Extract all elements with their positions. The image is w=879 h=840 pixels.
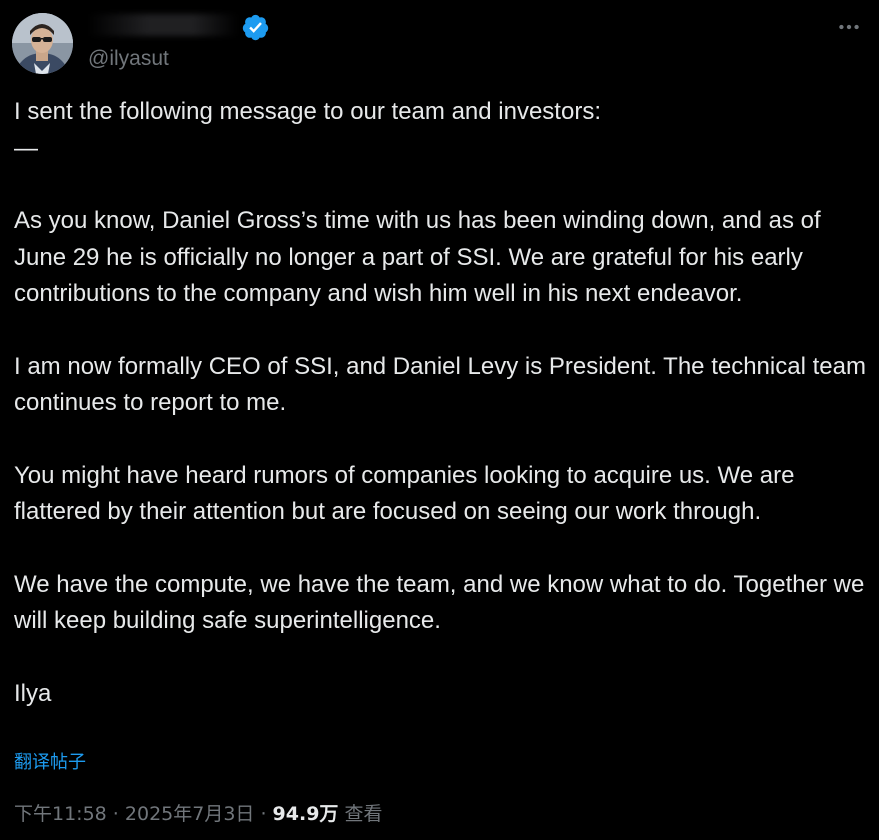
tweet-paragraph: We have the compute, we have the team, a… — [14, 570, 865, 635]
meta-separator: · — [254, 803, 273, 825]
meta-separator: · — [106, 803, 125, 825]
views-label: 查看 — [338, 803, 383, 825]
views-count[interactable]: 94.9万 — [273, 803, 339, 825]
display-name[interactable] — [88, 14, 238, 36]
tweet-metadata: 下午11:58 · 2025年7月3日 · 94.9万 查看 — [14, 799, 382, 826]
avatar-image — [12, 13, 73, 74]
tweet-intro: I sent the following message to our team… — [14, 98, 601, 162]
tweet-signature: Ilya — [14, 679, 52, 707]
tweet-paragraph: As you know, Daniel Gross’s time with us… — [14, 207, 821, 307]
tweet-paragraph: I am now formally CEO of SSI, and Daniel… — [14, 352, 866, 417]
tweet-card: @ilyasut I sent the following message to… — [0, 0, 879, 840]
author-handle[interactable]: @ilyasut — [88, 47, 169, 71]
tweet-paragraph: You might have heard rumors of companies… — [14, 461, 795, 526]
more-options-icon[interactable] — [834, 12, 864, 42]
verified-badge-icon — [241, 13, 270, 42]
post-time[interactable]: 下午11:58 — [14, 803, 107, 825]
avatar[interactable] — [12, 13, 73, 74]
translate-post-link[interactable]: 翻译帖子 — [14, 748, 86, 774]
post-date[interactable]: 2025年7月3日 — [125, 803, 255, 825]
tweet-text: I sent the following message to our team… — [14, 94, 870, 712]
